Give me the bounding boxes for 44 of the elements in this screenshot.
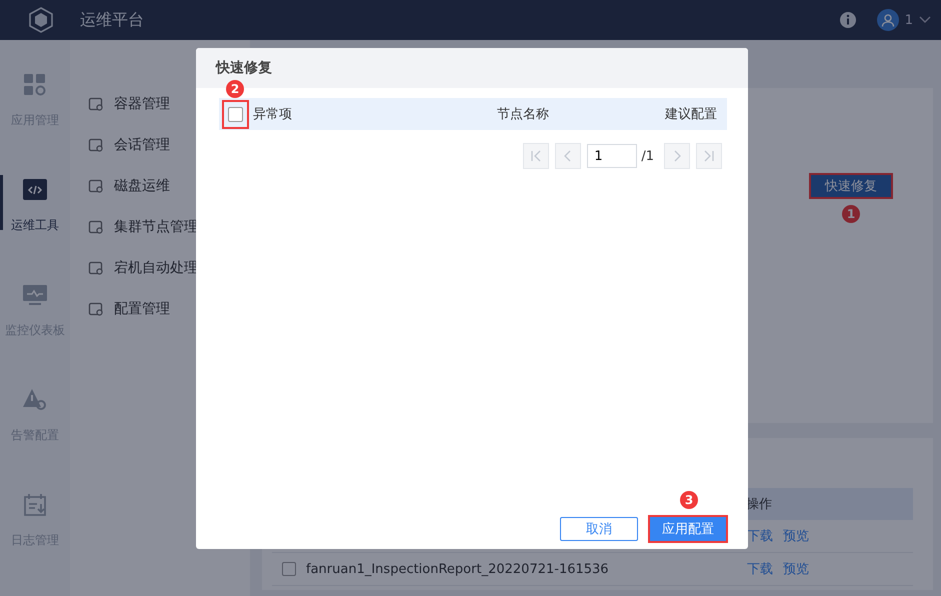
last-icon [702,149,716,163]
menu-item[interactable]: 磁盘运维 [70,165,250,206]
app-title: 运维平台 [80,10,145,30]
file-name: fanruan1_InspectionReport_20220721-161536 [306,562,610,576]
step-badge: 3 [680,491,698,509]
user-name[interactable]: 1 [904,12,913,28]
rail-item[interactable]: 运维工具 [0,173,70,278]
pager-button[interactable] [555,143,582,169]
column-header: 异常项 [253,106,293,123]
action-link[interactable]: 下载 [747,560,773,578]
action-link[interactable]: 预览 [783,560,809,578]
avatar[interactable] [876,9,899,31]
rail-icon [22,282,48,308]
chevron-down-icon[interactable] [919,16,931,24]
menu-item[interactable]: 会话管理 [70,124,250,165]
step-badge: 1 [842,205,860,223]
action-link[interactable]: 预览 [783,527,809,545]
first-icon [529,149,544,163]
quick-fix-button[interactable]: 快速修复 [811,175,891,197]
page-total: /1 [641,148,654,164]
pager-button[interactable] [696,143,722,169]
menu-item-icon [88,300,104,316]
menu-item-icon [88,218,104,234]
row-checkbox[interactable] [282,562,296,576]
pager-button[interactable] [523,143,550,169]
dialog-button[interactable]: 应用配置 [650,517,726,541]
info-icon[interactable] [838,11,857,29]
dialog-button[interactable]: 取消 [560,517,638,541]
rail-icon [22,177,48,203]
rail-icon [22,492,48,518]
page-field[interactable]: 1 [587,144,638,168]
select-all-checkbox[interactable] [228,106,243,122]
cube-logo-icon [28,7,54,33]
menu-item-icon [88,260,104,276]
rail-icon [22,387,48,413]
column-header: 节点名称 [496,106,550,123]
column-header: 建议配置 [664,106,718,123]
menu-item[interactable]: 配置管理 [70,288,250,329]
menu-item-icon [88,178,104,194]
menu-item-icon [88,136,104,152]
rail-icon [22,72,48,98]
menu-item-icon [88,96,104,112]
pager-button[interactable] [664,143,690,169]
action-link[interactable]: 下载 [747,527,773,545]
